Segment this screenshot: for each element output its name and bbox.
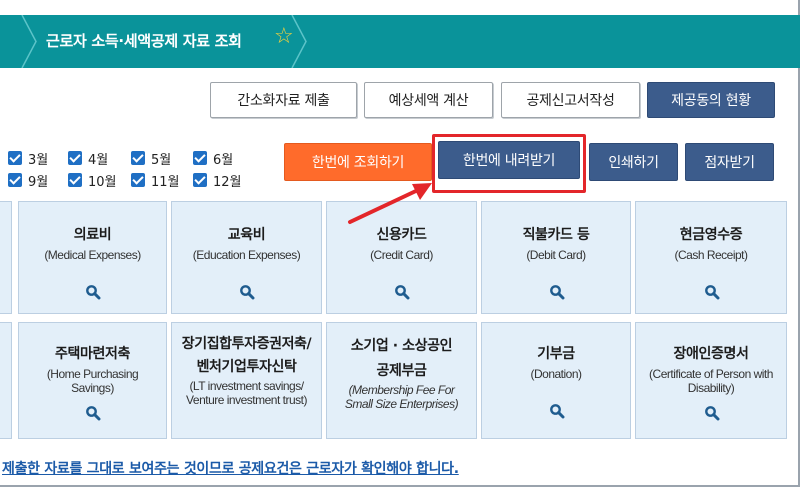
checkbox-checked-icon[interactable] <box>193 173 207 187</box>
card-debit-card[interactable]: 직불카드 등 (Debit Card) <box>481 201 631 314</box>
checkbox-checked-icon[interactable] <box>8 151 22 165</box>
page-header: 근로자 소득·세액공제 자료 조회 ☆ <box>0 15 800 68</box>
card-title: 기부금 <box>537 346 575 362</box>
card-partial-left-2[interactable] <box>0 322 12 439</box>
card-disability-certificate[interactable]: 장애인증명서 (Certificate of Person with Disab… <box>635 322 787 439</box>
month-checkbox-4[interactable]: 4월 <box>68 149 109 168</box>
card-subtitle: (Education Expenses) <box>192 248 301 262</box>
month-checkbox-3[interactable]: 3월 <box>8 149 49 168</box>
card-subtitle: (Debit Card) <box>526 248 586 262</box>
month-label: 6월 <box>213 152 234 168</box>
card-subtitle-line1: (Certificate of Person with <box>649 367 773 381</box>
consent-status-button[interactable]: 제공동의 현황 <box>647 82 775 118</box>
card-lt-investment-savings[interactable]: 장기집합투자증권저축/ 벤처기업투자신탁 (LT investment savi… <box>171 322 322 439</box>
month-label: 4월 <box>88 152 109 168</box>
magnifier-icon[interactable] <box>704 405 720 421</box>
card-medical-expenses[interactable]: 의료비 (Medical Expenses) <box>18 201 167 314</box>
magnifier-icon[interactable] <box>704 284 720 300</box>
print-button[interactable]: 인쇄하기 <box>589 143 678 181</box>
card-title: 의료비 <box>73 227 112 243</box>
card-subtitle: (Donation) <box>530 367 582 381</box>
bulk-view-button[interactable]: 한번에 조회하기 <box>284 143 432 181</box>
month-checkbox-10[interactable]: 10월 <box>68 171 117 190</box>
card-title-line1: 장기집합투자증권저축/ <box>181 336 312 352</box>
checkbox-checked-icon[interactable] <box>131 151 145 165</box>
deduction-form-button[interactable]: 공제신고서작성 <box>501 82 640 118</box>
card-title-line1: 소기업 · 소상공인 <box>350 338 453 354</box>
card-donation[interactable]: 기부금 (Donation) <box>481 322 631 439</box>
braille-button[interactable]: 점자받기 <box>685 143 774 181</box>
card-title: 교육비 <box>227 227 266 243</box>
card-subtitle-line2: Disability) <box>687 381 735 395</box>
card-subtitle-line2: Savings) <box>71 381 114 395</box>
card-subtitle: (Credit Card) <box>370 248 433 262</box>
card-subtitle: (Cash Receipt) <box>674 248 748 262</box>
card-subtitle-line2: Small Size Enterprises) <box>344 397 459 411</box>
checkbox-checked-icon[interactable] <box>131 173 145 187</box>
magnifier-icon[interactable] <box>85 284 101 300</box>
simplified-data-submit-button[interactable]: 간소화자료 제출 <box>210 82 357 118</box>
pointer-arrow-icon <box>348 183 432 224</box>
month-checkbox-11[interactable]: 11월 <box>131 171 180 190</box>
highlight-box <box>432 134 586 193</box>
card-subtitle-line1: (Home Purchasing <box>46 367 139 381</box>
card-subtitle-line1: (Membership Fee For <box>348 383 455 397</box>
card-title: 직불카드 등 <box>522 227 590 243</box>
card-small-enterprise-membership[interactable]: 소기업 · 소상공인 공제부금 (Membership Fee For Smal… <box>326 322 477 439</box>
card-subtitle-line1: (LT investment savings/ <box>189 379 304 393</box>
checkbox-checked-icon[interactable] <box>68 173 82 187</box>
card-cash-receipt[interactable]: 현금영수증 (Cash Receipt) <box>635 201 787 314</box>
page-title: 근로자 소득·세액공제 자료 조회 <box>46 32 242 50</box>
checkbox-checked-icon[interactable] <box>8 173 22 187</box>
magnifier-icon[interactable] <box>239 284 255 300</box>
card-subtitle: (Medical Expenses) <box>44 248 141 262</box>
card-subtitle-line2: Venture investment trust) <box>186 393 307 407</box>
card-title: 현금영수증 <box>679 227 743 243</box>
month-checkbox-6[interactable]: 6월 <box>193 149 234 168</box>
magnifier-icon[interactable] <box>394 284 410 300</box>
month-label: 5월 <box>151 152 172 168</box>
month-checkbox-12[interactable]: 12월 <box>193 171 242 190</box>
tax-estimate-button[interactable]: 예상세액 계산 <box>364 82 493 118</box>
card-home-purchasing-savings[interactable]: 주택마련저축 (Home Purchasing Savings) <box>18 322 167 439</box>
month-label: 9월 <box>28 174 49 190</box>
magnifier-icon[interactable] <box>85 405 101 421</box>
card-title-line2: 공제부금 <box>376 363 427 379</box>
card-education-expenses[interactable]: 교육비 (Education Expenses) <box>171 201 322 314</box>
month-label: 10월 <box>88 174 117 190</box>
magnifier-icon[interactable] <box>549 403 565 419</box>
month-checkbox-5[interactable]: 5월 <box>131 149 172 168</box>
card-partial-left-1[interactable] <box>0 201 12 314</box>
card-title: 주택마련저축 <box>55 346 130 362</box>
month-checkbox-9[interactable]: 9월 <box>8 171 49 190</box>
checkbox-checked-icon[interactable] <box>193 151 207 165</box>
magnifier-icon[interactable] <box>549 284 565 300</box>
checkbox-checked-icon[interactable] <box>68 151 82 165</box>
disclaimer-link[interactable]: 제출한 자료를 그대로 보여주는 것이므로 공제요건은 근로자가 확인해야 합니… <box>2 458 459 478</box>
breadcrumb-chevron-icon <box>21 15 37 68</box>
card-title: 장애인증명서 <box>673 346 749 362</box>
breadcrumb-chevron-end-icon <box>291 15 307 68</box>
month-label: 11월 <box>151 174 180 190</box>
card-title-line2: 벤처기업투자신탁 <box>196 359 297 375</box>
month-label: 12월 <box>213 174 242 190</box>
month-label: 3월 <box>28 152 49 168</box>
